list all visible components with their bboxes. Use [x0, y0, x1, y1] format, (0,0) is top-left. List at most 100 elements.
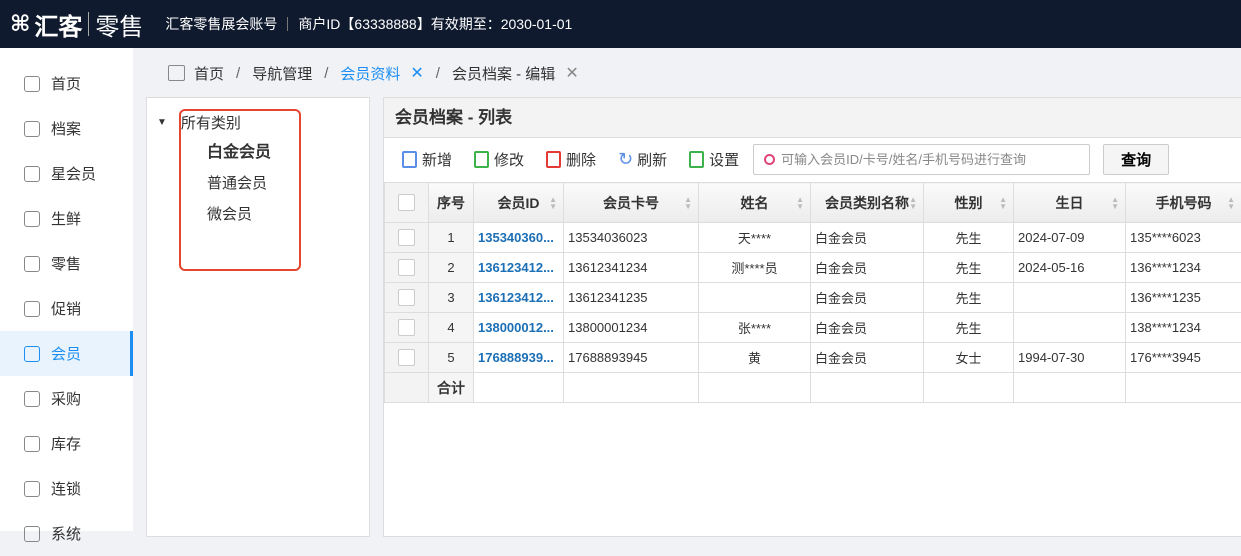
sort-icon[interactable]: ▲▼ — [684, 196, 692, 210]
table-cell: 女士 — [924, 343, 1014, 373]
table-cell: 先生 — [924, 253, 1014, 283]
close-icon[interactable]: ✕ — [410, 63, 423, 83]
home-icon — [168, 65, 185, 81]
sidebar-item-label: 会员 — [51, 343, 81, 364]
menu-icon — [24, 166, 40, 182]
table-cell: 张**** — [699, 313, 811, 343]
table-row[interactable]: 1135340360...13534036023天****白金会员先生2024-… — [385, 223, 1241, 253]
sidebar-item-0[interactable]: 首页 — [0, 61, 133, 106]
table-cell: 13612341235 — [564, 283, 699, 313]
logo-product: 零售 — [95, 7, 143, 42]
table-cell: 17688893945 — [564, 343, 699, 373]
sort-icon[interactable]: ▲▼ — [999, 196, 1007, 210]
table-cell[interactable]: 136123412... — [474, 253, 564, 283]
table-cell: 黄 — [699, 343, 811, 373]
column-header-label: 会员ID — [498, 195, 540, 211]
breadcrumb-member-info[interactable]: 会员资料 — [340, 63, 400, 84]
delete-button[interactable]: 删除 — [546, 149, 596, 170]
sidebar-item-9[interactable]: 连锁 — [0, 466, 133, 511]
column-header[interactable]: 会员ID ▲▼ — [474, 183, 564, 223]
sort-icon[interactable]: ▲▼ — [909, 196, 917, 210]
menu-icon — [24, 76, 40, 92]
refresh-icon: ↻ — [618, 149, 633, 170]
highlight-box — [179, 109, 301, 271]
table-cell: 136****1234 — [1126, 253, 1241, 283]
settings-icon — [689, 151, 704, 168]
row-checkbox[interactable] — [398, 289, 415, 306]
sidebar-item-3[interactable]: 生鲜 — [0, 196, 133, 241]
logo-icon: ⌘ — [10, 11, 30, 37]
search-input[interactable] — [781, 152, 1071, 167]
search-icon — [764, 154, 775, 165]
add-button[interactable]: 新增 — [402, 149, 452, 170]
table-cell: 135****6023 — [1126, 223, 1241, 253]
sidebar-item-1[interactable]: 档案 — [0, 106, 133, 151]
row-checkbox[interactable] — [398, 319, 415, 336]
table-row[interactable]: 2136123412...13612341234测****员白金会员先生2024… — [385, 253, 1241, 283]
row-checkbox[interactable] — [398, 259, 415, 276]
sidebar-item-8[interactable]: 库存 — [0, 421, 133, 466]
sort-icon[interactable]: ▲▼ — [1227, 196, 1235, 210]
table-cell: 先生 — [924, 283, 1014, 313]
table-cell: 176****3945 — [1126, 343, 1241, 373]
table-row[interactable]: 5176888939...17688893945黄白金会员女士1994-07-3… — [385, 343, 1241, 373]
sort-icon[interactable]: ▲▼ — [1111, 196, 1119, 210]
query-button[interactable]: 查询 — [1103, 144, 1169, 175]
logo-brand: 汇客 — [34, 7, 82, 42]
sort-icon[interactable]: ▲▼ — [796, 196, 804, 210]
table-cell[interactable]: 176888939... — [474, 343, 564, 373]
table-cell[interactable]: 135340360... — [474, 223, 564, 253]
table-row[interactable]: 4138000012...13800001234张****白金会员先生138**… — [385, 313, 1241, 343]
sidebar-item-label: 档案 — [51, 118, 81, 139]
add-label: 新增 — [422, 149, 452, 170]
table-cell: 天**** — [699, 223, 811, 253]
total-label: 合计 — [429, 373, 474, 403]
sidebar-item-4[interactable]: 零售 — [0, 241, 133, 286]
table-cell[interactable]: 138000012... — [474, 313, 564, 343]
row-checkbox[interactable] — [398, 229, 415, 246]
settings-button[interactable]: 设置 — [689, 149, 739, 170]
menu-icon — [24, 436, 40, 452]
sidebar-item-7[interactable]: 采购 — [0, 376, 133, 421]
breadcrumb-nav-manage[interactable]: 导航管理 — [252, 63, 312, 84]
sidebar-item-5[interactable]: 促销 — [0, 286, 133, 331]
row-checkbox[interactable] — [398, 349, 415, 366]
sidebar-item-label: 系统 — [51, 523, 81, 544]
caret-down-icon[interactable]: ▼ — [157, 117, 167, 128]
column-header[interactable]: 性别▲▼ — [924, 183, 1014, 223]
sidebar-item-label: 采购 — [51, 388, 81, 409]
top-header: ⌘ 汇客 零售 汇客零售展会账号 商户ID【63338888】有效期至：2030… — [0, 0, 1241, 48]
sort-icon[interactable]: ▲▼ — [549, 196, 557, 210]
column-header[interactable]: 姓名▲▼ — [699, 183, 811, 223]
table-cell[interactable]: 136123412... — [474, 283, 564, 313]
edit-button[interactable]: 修改 — [474, 149, 524, 170]
sidebar-item-6[interactable]: 会员 — [0, 331, 133, 376]
table-cell — [1014, 313, 1126, 343]
column-header[interactable]: 会员类别名称▲▼ — [811, 183, 924, 223]
column-header-label: 生日 — [1056, 195, 1084, 211]
table-cell: 测****员 — [699, 253, 811, 283]
column-header[interactable]: 会员卡号▲▼ — [564, 183, 699, 223]
sidebar-item-10[interactable]: 系统 — [0, 511, 133, 556]
sidebar-item-label: 零售 — [51, 253, 81, 274]
breadcrumb-member-edit[interactable]: 会员档案 - 编辑 — [452, 63, 555, 84]
table-cell: 先生 — [924, 313, 1014, 343]
sidebar-item-label: 连锁 — [51, 478, 81, 499]
logo: ⌘ 汇客 零售 — [0, 7, 143, 42]
settings-label: 设置 — [709, 149, 739, 170]
delete-label: 删除 — [566, 149, 596, 170]
select-all-checkbox[interactable] — [398, 194, 415, 211]
table-row[interactable]: 3136123412...13612341235白金会员先生136****123… — [385, 283, 1241, 313]
close-icon[interactable]: ✕ — [565, 63, 578, 83]
refresh-button[interactable]: ↻刷新 — [618, 149, 667, 170]
menu-icon — [24, 301, 40, 317]
breadcrumb-home[interactable]: 首页 — [194, 63, 224, 84]
menu-icon — [24, 121, 40, 137]
column-header[interactable]: 手机号码▲▼ — [1126, 183, 1241, 223]
table-cell: 2024-07-09 — [1014, 223, 1126, 253]
table-cell: 2 — [429, 253, 474, 283]
sidebar-item-2[interactable]: 星会员 — [0, 151, 133, 196]
sidebar-item-label: 星会员 — [51, 163, 96, 184]
column-header[interactable]: 生日 ▲▼ — [1014, 183, 1126, 223]
table-cell: 2024-05-16 — [1014, 253, 1126, 283]
